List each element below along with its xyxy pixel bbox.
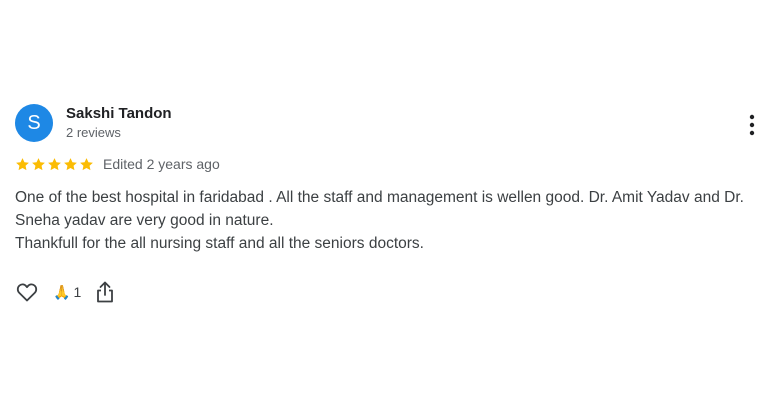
rating-row: Edited 2 years ago [15, 155, 220, 173]
more-options-icon[interactable] [744, 113, 760, 137]
heart-outline-icon[interactable] [15, 280, 39, 304]
reaction-button[interactable]: 🙏 1 [53, 284, 81, 300]
review-text-line: Thankfull for the all nursing staff and … [15, 235, 424, 252]
star-icon [48, 157, 61, 170]
review-actions: 🙏 1 [15, 279, 116, 305]
review-date: Edited 2 years ago [103, 156, 220, 172]
avatar[interactable]: S [15, 104, 53, 142]
share-icon[interactable] [94, 280, 116, 304]
praying-hands-icon: 🙏 [53, 284, 71, 300]
star-icon [32, 157, 45, 170]
review-text-line: One of the best hospital in faridabad . … [15, 189, 744, 229]
star-icon [16, 157, 29, 170]
reaction-count: 1 [73, 284, 82, 300]
star-icon [64, 157, 77, 170]
star-icon [80, 157, 93, 170]
author-name[interactable]: Sakshi Tandon [66, 105, 172, 122]
review-text: One of the best hospital in faridabad . … [15, 186, 760, 255]
star-rating [15, 157, 95, 172]
review-card: S Sakshi Tandon 2 reviews Edited 2 years… [0, 0, 768, 406]
author-review-count[interactable]: 2 reviews [66, 125, 121, 140]
